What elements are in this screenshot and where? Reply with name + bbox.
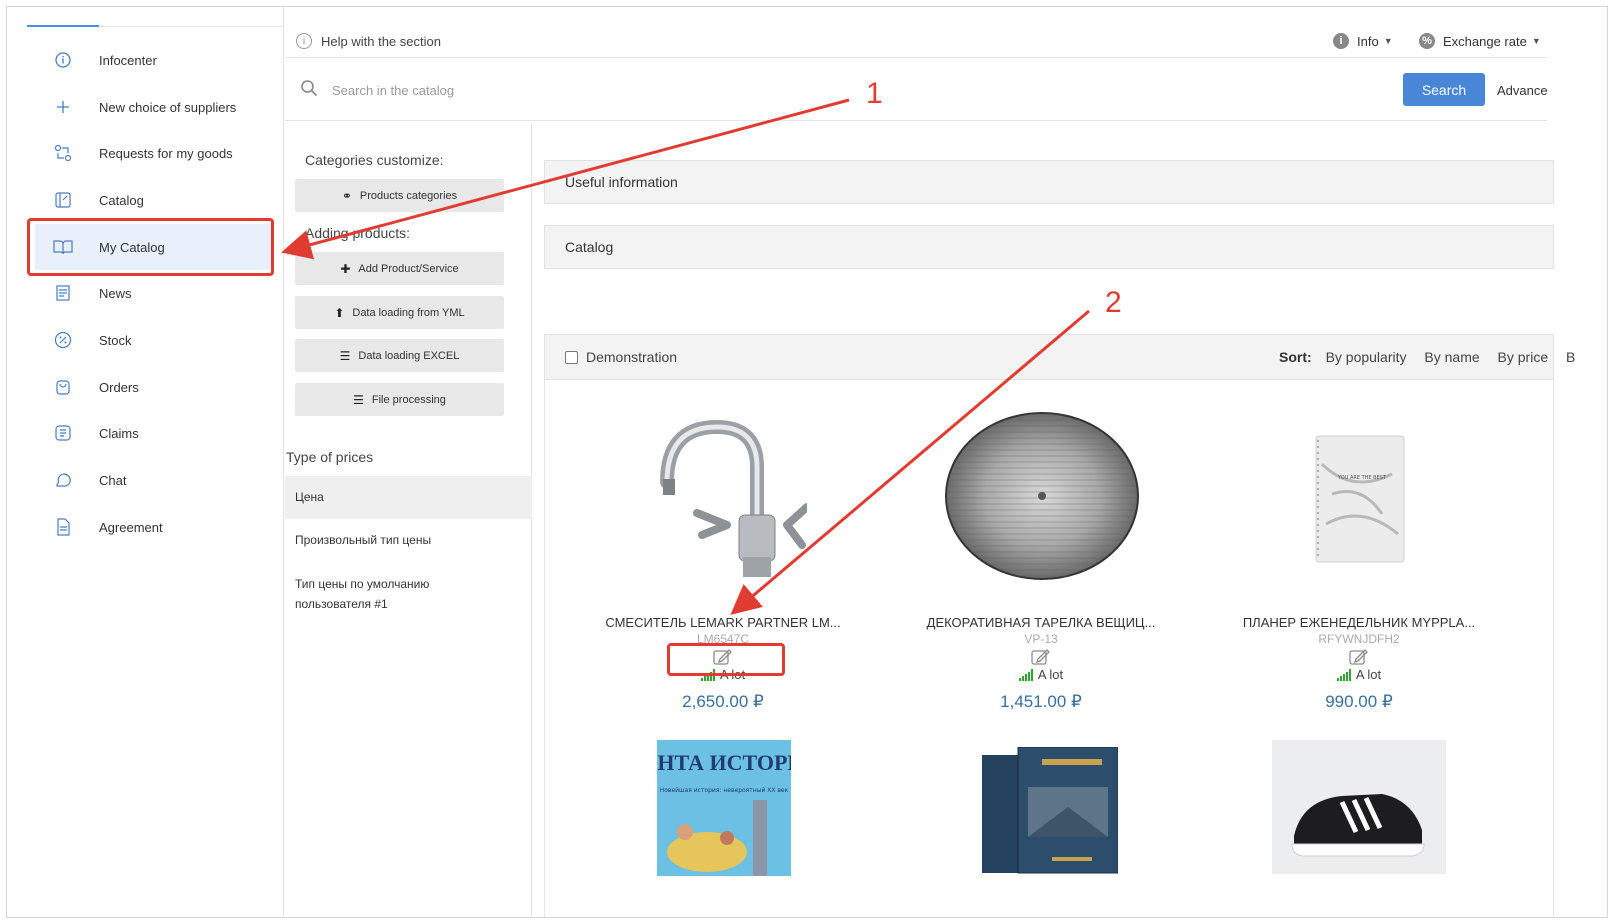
annotation-arrow-1: [281, 98, 850, 260]
annotation-arrows: [281, 98, 1090, 615]
annotation-arrow-2: [730, 309, 1090, 615]
app-window: Infocenter New choice of suppliers Reque…: [6, 6, 1608, 918]
